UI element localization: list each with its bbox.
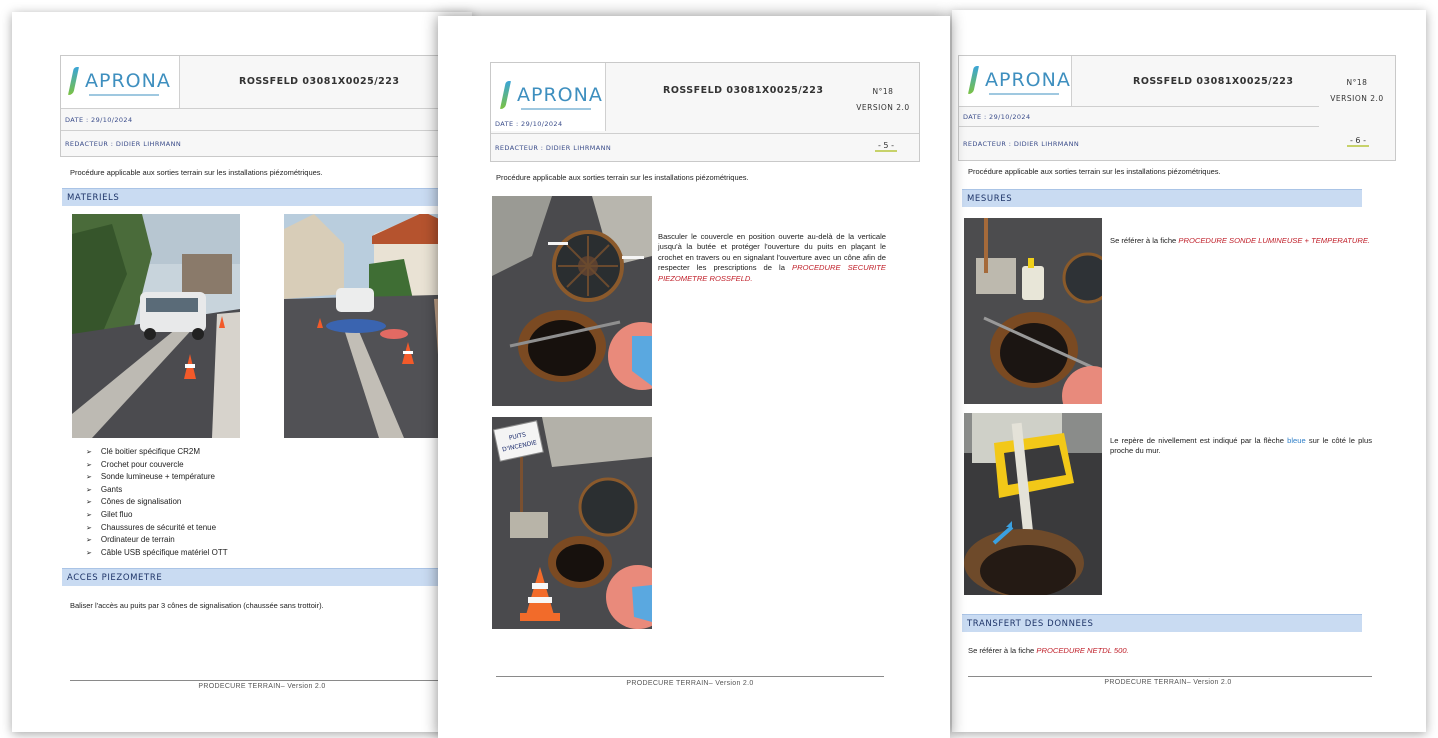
document-author: REDACTEUR : DIDIER LIHRMANN (61, 130, 472, 156)
photo-street-car-cones (72, 214, 240, 438)
footer-rule (968, 676, 1372, 677)
document-code: ROSSFELD 03081X0025/223 (239, 76, 400, 87)
procedure-link-probe: PROCEDURE SONDE LUMINEUSE + TEMPERATURE. (1178, 236, 1371, 245)
section-measures: MESURES (962, 189, 1362, 207)
list-item: Gants (86, 484, 228, 497)
intro-text: Procédure applicable aux sorties terrain… (70, 168, 323, 177)
page-footer: PRODECURE TERRAIN– Version 2.0 (1104, 679, 1232, 686)
transfer-instructions: Se référer à la fiche PROCEDURE NETDL 50… (968, 646, 1129, 655)
document-page-5: APRONA ROSSFELD 03081X0025/223 N°18 VERS… (438, 16, 950, 738)
materials-list: Clé boitier spécifique CR2M Crochet pour… (86, 446, 228, 559)
list-item: Ordinateur de terrain (86, 534, 228, 547)
footer-rule (496, 676, 884, 677)
aprona-swoosh-icon (969, 66, 979, 94)
document-number: N°18 (1346, 78, 1368, 87)
document-page-6: APRONA ROSSFELD 03081X0025/223 N°18 VERS… (952, 10, 1426, 732)
section-data-transfer: TRANSFERT DES DONNEES (962, 614, 1362, 632)
document-code: ROSSFELD 03081X0025/223 (1133, 76, 1294, 87)
footer-rule (70, 680, 470, 681)
list-item: Sonde lumineuse + température (86, 471, 228, 484)
document-author: REDACTEUR : DIDIER LIHRMANN (959, 126, 1319, 160)
document-date: DATE : 29/10/2024 (61, 108, 472, 130)
photo-level-marker (964, 413, 1102, 595)
list-item: Chaussures de sécurité et tenue (86, 522, 228, 535)
list-item: Gilet fluo (86, 509, 228, 522)
document-date: DATE : 29/10/2024 (959, 106, 1319, 126)
page-header: APRONA ROSSFELD 03081X0025/223 N°18 VERS… (958, 55, 1396, 161)
blue-arrow-word: bleue (1287, 436, 1306, 445)
measure-instructions: Se référer à la fiche PROCEDURE SONDE LU… (1110, 236, 1371, 245)
page-footer: PRODECURE TERRAIN– Version 2.0 (626, 680, 754, 687)
procedure-link-netdl: PROCEDURE NETDL 500. (1036, 646, 1129, 655)
page-header: APRONA ROSSFELD 03081X0025/223 N°18 VERS… (490, 62, 920, 162)
page-header: APRONA ROSSFELD 03081X0025/223 DATE : 29… (60, 55, 472, 157)
document-version: VERSION 2.0 (856, 103, 910, 112)
section-materials: MATERIELS (62, 188, 472, 206)
list-item: Crochet pour couvercle (86, 459, 228, 472)
aprona-swoosh-icon (501, 81, 511, 109)
list-item: Clé boitier spécifique CR2M (86, 446, 228, 459)
page-number: - 5 - (875, 141, 897, 152)
photo-probe-in-well (964, 218, 1102, 404)
intro-text: Procédure applicable aux sorties terrain… (496, 173, 749, 182)
aprona-logo: APRONA (969, 66, 1071, 95)
document-code: ROSSFELD 03081X0025/223 (663, 85, 824, 96)
intro-text: Procédure applicable aux sorties terrain… (968, 167, 1221, 176)
access-text: Baliser l'accès au puits par 3 cônes de … (70, 601, 324, 610)
cover-instructions: Basculer le couvercle en position ouvert… (658, 232, 886, 283)
document-number: N°18 (872, 87, 894, 96)
document-author: REDACTEUR : DIDIER LIHRMANN (491, 133, 919, 161)
list-item: Câble USB spécifique matériel OTT (86, 547, 228, 560)
section-piezometer-access: ACCES PIEZOMETRE (62, 568, 472, 586)
list-item: Cônes de signalisation (86, 496, 228, 509)
aprona-logo: APRONA (69, 67, 171, 96)
aprona-swoosh-icon (69, 67, 79, 95)
page-number: - 6 - (1347, 136, 1369, 147)
photo-well-with-cone: PUITS D'INCENDIE (492, 417, 652, 629)
document-date: DATE : 29/10/2024 (495, 120, 563, 128)
photo-open-well-hook (492, 196, 652, 406)
aprona-logo: APRONA (501, 81, 603, 110)
page-footer: PRODECURE TERRAIN– Version 2.0 (198, 683, 326, 690)
document-version: VERSION 2.0 (1330, 94, 1384, 103)
document-page-4: APRONA ROSSFELD 03081X0025/223 DATE : 29… (12, 12, 472, 732)
level-marker-text: Le repère de nivellement est indiqué par… (1110, 436, 1373, 456)
